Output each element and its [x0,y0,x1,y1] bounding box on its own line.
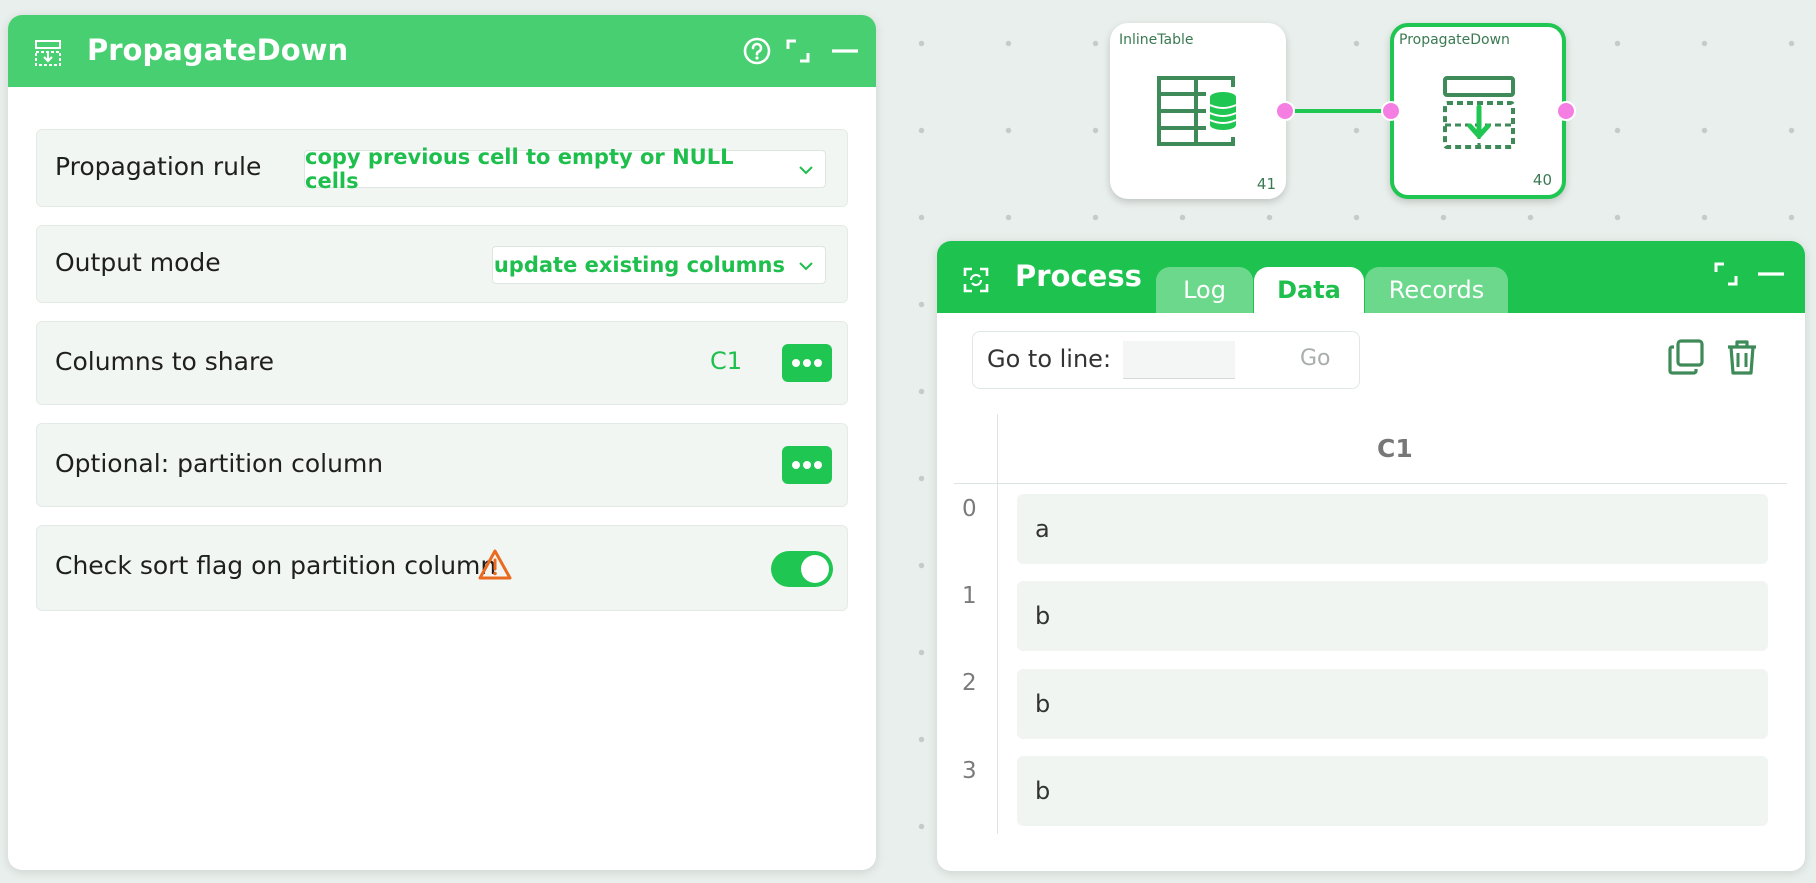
config-panel-title: PropagateDown [87,33,349,67]
tab-log-label: Log [1183,276,1226,304]
chevron-down-icon [799,166,813,175]
propagation-rule-value: copy previous cell to empty or NULL cell… [305,145,734,193]
goto-line-box: Go to line: Go [972,331,1360,389]
goto-line-label: Go to line: [987,345,1112,373]
param-row-check-sort-flag: Check sort flag on partition column [36,525,848,611]
output-mode-label: Output mode [55,248,221,277]
inline-table-icon [1157,76,1240,146]
row-index: 3 [962,758,977,784]
minimize-icon[interactable] [1755,258,1787,290]
tab-records[interactable]: Records [1365,267,1508,313]
param-row-columns-to-share: Columns to share C1 [36,321,848,405]
copy-icon[interactable] [1666,337,1706,377]
chevron-down-icon [799,262,813,271]
param-row-output-mode: Output mode update existing columns [36,225,848,303]
toggle-knob [801,555,829,583]
param-row-propagation-rule: Propagation rule copy previous cell to e… [36,129,848,207]
tab-log[interactable]: Log [1156,267,1253,313]
tab-records-label: Records [1388,276,1485,304]
table-row[interactable]: a [1017,494,1768,564]
tab-data[interactable]: Data [1254,267,1364,313]
row-index: 2 [962,670,977,696]
node-id: 41 [1256,175,1276,193]
table-cell: b [1035,690,1051,718]
node-connection-edge [1285,109,1391,113]
table-cell: b [1035,777,1051,805]
row-index: 1 [962,583,977,609]
goto-button[interactable]: Go [1300,346,1331,371]
propagation-rule-label: Propagation rule [55,152,262,181]
more-dots-icon [792,461,822,469]
check-sort-flag-label: Check sort flag on partition column [55,551,497,580]
node-output-port[interactable] [1275,101,1295,121]
propagate-down-icon [1443,76,1515,149]
partition-column-picker-button[interactable] [782,446,832,484]
node-output-port[interactable] [1556,101,1576,121]
table-cell: b [1035,602,1051,630]
row-index: 0 [962,496,977,522]
propagatedown-config-panel: PropagateDown Propagation rule copy prev… [8,15,876,870]
process-panel-title: Process [1015,259,1142,293]
table-row[interactable]: b [1017,669,1768,739]
columns-to-share-value: C1 [710,347,743,375]
maximize-icon[interactable] [1710,258,1742,290]
output-mode-value: update existing columns [493,253,785,277]
node-input-port[interactable] [1381,101,1401,121]
maximize-icon[interactable] [782,35,814,67]
config-panel-header: PropagateDown [8,15,876,87]
node-propagatedown[interactable]: PropagateDown 40 [1381,23,1576,199]
columns-to-share-label: Columns to share [55,347,275,376]
output-mode-select[interactable]: update existing columns [492,246,826,284]
node-name: InlineTable [1119,32,1194,48]
grid-header-divider [954,483,1787,484]
process-icon [963,267,989,293]
grid-index-divider [997,414,998,834]
trash-icon[interactable] [1722,337,1762,377]
node-name: PropagateDown [1399,32,1510,48]
columns-to-share-picker-button[interactable] [782,344,832,382]
node-inlinetable[interactable]: InlineTable 41 [1110,23,1295,199]
minimize-icon[interactable] [829,35,861,67]
table-cell: a [1035,515,1050,543]
more-dots-icon [792,359,822,367]
column-header-c1[interactable]: C1 [1377,434,1413,463]
partition-column-label: Optional: partition column [55,449,384,478]
tab-data-label: Data [1277,276,1341,304]
goto-line-input[interactable] [1123,341,1235,379]
node-id: 40 [1532,171,1552,189]
check-sort-flag-toggle[interactable] [771,551,833,587]
table-row[interactable]: b [1017,756,1768,826]
process-panel: Process Log Data Records Go to line: Go … [937,241,1805,871]
propagate-down-icon [35,40,61,66]
table-row[interactable]: b [1017,581,1768,651]
help-icon[interactable] [741,35,773,67]
warning-icon[interactable] [477,548,513,582]
param-row-partition-column: Optional: partition column [36,423,848,507]
propagation-rule-select[interactable]: copy previous cell to empty or NULL cell… [304,145,826,193]
process-panel-header: Process Log Data Records [937,241,1805,313]
